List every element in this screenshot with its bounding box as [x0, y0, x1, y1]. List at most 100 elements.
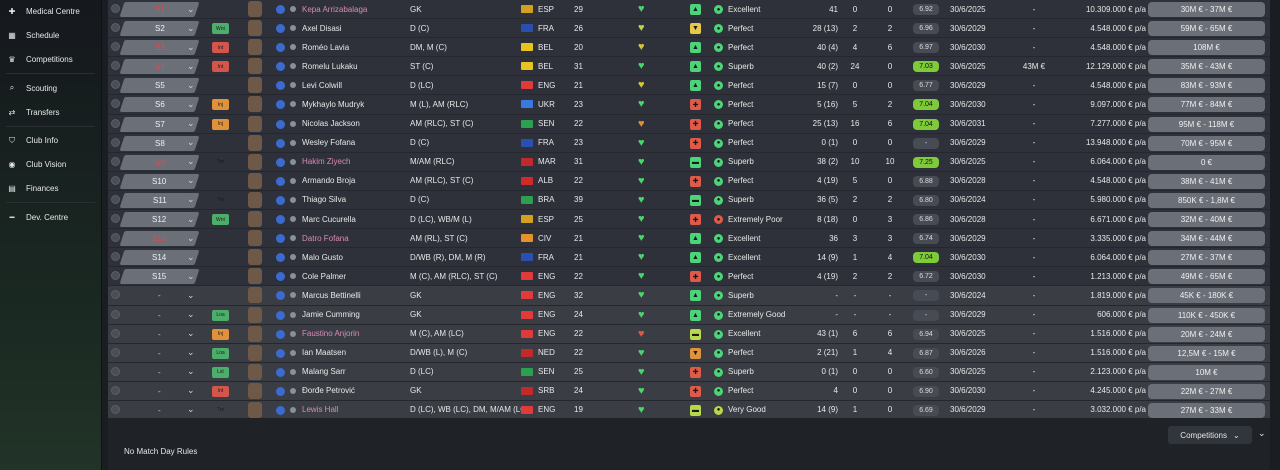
- sidebar-item-club-vision[interactable]: ◉ Club Vision: [0, 153, 101, 177]
- table-row[interactable]: S11 ⌄ Trn Thiago Silva D (C) BRA 39 ♥ ▬ ● Superb 36…: [108, 190, 1270, 211]
- table-row[interactable]: - ⌄ Trn Lewis Hall D (LC), WB (LC), DM, M/AM…: [108, 400, 1270, 418]
- player-name-link[interactable]: Roméo Lavia: [302, 38, 410, 56]
- select-checkbox[interactable]: [111, 156, 120, 166]
- sidebar-item-dev-centre[interactable]: ━ Dev. Centre: [0, 205, 101, 229]
- transfer-value[interactable]: 27M € - 33M €: [1148, 402, 1265, 418]
- competitions-dropdown[interactable]: Competitions ⌄: [1168, 426, 1252, 444]
- transfer-value[interactable]: 110K € - 450K €: [1148, 307, 1265, 323]
- transfer-value[interactable]: 49M € - 65M €: [1148, 269, 1265, 285]
- select-checkbox[interactable]: [111, 175, 120, 185]
- select-checkbox[interactable]: [111, 137, 120, 147]
- chevron-down-icon[interactable]: ⌄: [187, 229, 195, 247]
- transfer-value[interactable]: 32M € - 40M €: [1148, 212, 1265, 228]
- player-name-link[interactable]: Đorđe Petrović: [302, 382, 410, 400]
- scrollbar[interactable]: [1270, 0, 1280, 470]
- chevron-down-icon[interactable]: ⌄: [187, 306, 195, 324]
- transfer-value[interactable]: 34M € - 44M €: [1148, 231, 1265, 247]
- transfer-value[interactable]: 95M € - 118M €: [1148, 116, 1265, 132]
- sidebar-item-scouting[interactable]: ⌕ Scouting: [0, 76, 101, 100]
- sidebar-item-medical-centre[interactable]: ✚ Medical Centre: [0, 0, 101, 24]
- table-row[interactable]: S1 ⌄ Kepa Arrizabalaga GK ESP 29 ♥ ▲ ● Excellent 4…: [108, 0, 1270, 20]
- select-checkbox[interactable]: [111, 42, 120, 52]
- transfer-value[interactable]: 0 €: [1148, 154, 1265, 170]
- table-row[interactable]: S8 ⌄ Wesley Fofana D (C) FRA 23 ♥ ✚ ● Perfect 0 (1…: [108, 133, 1270, 153]
- chevron-down-icon[interactable]: ⌄: [187, 401, 195, 418]
- chevron-down-icon[interactable]: ⌄: [187, 153, 195, 171]
- sidebar-item-competitions[interactable]: ♛ Competitions: [0, 48, 101, 72]
- table-row[interactable]: S3 ⌄ Int Roméo Lavia DM, M (C) BEL 20 ♥ ▲ ● Perfec…: [108, 38, 1270, 58]
- chevron-down-icon[interactable]: ⌄: [187, 344, 195, 362]
- transfer-value[interactable]: 35M € - 43M €: [1148, 59, 1265, 75]
- transfer-value[interactable]: 59M € - 65M €: [1148, 21, 1265, 37]
- select-checkbox[interactable]: [111, 385, 120, 395]
- table-row[interactable]: - ⌄ Loa Jamie Cumming GK ENG 24 ♥ ▲ ● Extremely Go…: [108, 305, 1270, 325]
- table-row[interactable]: S9 ⌄ Trn Hakim Ziyech M/AM (RLC) MAR 31 ♥ ▬ ● Supe…: [108, 152, 1270, 172]
- player-name-link[interactable]: Malang Sarr: [302, 363, 410, 381]
- select-checkbox[interactable]: [111, 118, 120, 128]
- chevron-down-icon[interactable]: ⌄: [187, 172, 195, 190]
- chevron-down-icon[interactable]: ⌄: [187, 248, 195, 266]
- chevron-down-icon[interactable]: ⌄: [187, 0, 195, 18]
- select-checkbox[interactable]: [111, 252, 120, 262]
- chevron-down-icon[interactable]: ⌄: [187, 57, 195, 75]
- transfer-value[interactable]: 77M € - 84M €: [1148, 97, 1265, 113]
- table-row[interactable]: - ⌄ Loa Ian Maatsen D/WB (L), M (C) NED 22 ♥ ▼ ● P…: [108, 343, 1270, 363]
- transfer-value[interactable]: 10M €: [1148, 364, 1265, 380]
- table-row[interactable]: S6 ⌄ Inj Mykhaylo Mudryk M (L), AM (RLC) UKR 2…: [108, 95, 1270, 115]
- player-name-link[interactable]: Mykhaylo Mudryk: [302, 95, 410, 113]
- select-checkbox[interactable]: [111, 80, 120, 90]
- table-row[interactable]: S4 ⌄ Int Romelu Lukaku ST (C) BEL 31 ♥ ▲ ● Superb 4…: [108, 57, 1270, 77]
- chevron-down-icon[interactable]: ⌄: [187, 76, 195, 94]
- select-checkbox[interactable]: [111, 328, 120, 338]
- sidebar-item-schedule[interactable]: ▦ Schedule: [0, 24, 101, 48]
- select-checkbox[interactable]: [111, 271, 120, 281]
- transfer-value[interactable]: 27M € - 37M €: [1148, 250, 1265, 266]
- table-row[interactable]: S14 ⌄ Malo Gusto D/WB (R), DM, M (R) FRA 21 ♥ ▲…: [108, 248, 1270, 268]
- chevron-down-icon[interactable]: ⌄: [187, 134, 195, 152]
- player-name-link[interactable]: Hakim Ziyech: [302, 153, 410, 171]
- select-checkbox[interactable]: [111, 194, 120, 204]
- select-checkbox[interactable]: [111, 4, 120, 13]
- select-checkbox[interactable]: [111, 347, 120, 357]
- player-name-link[interactable]: Axel Disasi: [302, 19, 410, 37]
- chevron-down-icon[interactable]: ⌄: [187, 115, 195, 133]
- select-checkbox[interactable]: [111, 214, 120, 224]
- transfer-value[interactable]: 83M € - 93M €: [1148, 78, 1265, 94]
- player-name-link[interactable]: Marcus Bettinelli: [302, 286, 410, 304]
- table-row[interactable]: S10 ⌄ Armando Broja AM (RLC), ST (C) ALB 22 ♥ ✚…: [108, 171, 1270, 191]
- select-checkbox[interactable]: [111, 309, 120, 319]
- player-name-link[interactable]: Lewis Hall: [302, 401, 410, 418]
- chevron-down-icon[interactable]: ⌄: [187, 95, 195, 113]
- player-name-link[interactable]: Ian Maatsen: [302, 344, 410, 362]
- player-name-link[interactable]: Thiago Silva: [302, 191, 410, 209]
- transfer-value[interactable]: 850K € - 1,8M €: [1148, 192, 1265, 208]
- table-row[interactable]: - ⌄ Marcus Bettinelli GK ENG 32 ♥ ▲ ● Superb - - - - 3…: [108, 286, 1270, 306]
- player-name-link[interactable]: Armando Broja: [302, 172, 410, 190]
- table-row[interactable]: S2 ⌄ Wnt Axel Disasi D (C) FRA 26 ♥ ▼ ● Perfect 28 …: [108, 19, 1270, 39]
- select-checkbox[interactable]: [111, 404, 120, 414]
- player-name-link[interactable]: Jamie Cumming: [302, 306, 410, 324]
- player-name-link[interactable]: Nicolas Jackson: [302, 115, 410, 133]
- player-name-link[interactable]: Romelu Lukaku: [302, 57, 410, 75]
- table-row[interactable]: - ⌄ Lst Malang Sarr D (LC) SEN 25 ♥ ✚ ● Superb 0 (1…: [108, 362, 1270, 382]
- player-name-link[interactable]: Malo Gusto: [302, 248, 410, 266]
- player-name-link[interactable]: Cole Palmer: [302, 267, 410, 285]
- sidebar-item-transfers[interactable]: ⇄ Transfers: [0, 100, 101, 124]
- select-checkbox[interactable]: [111, 233, 120, 243]
- expand-chevron-icon[interactable]: ⌄: [1258, 428, 1266, 439]
- player-name-link[interactable]: Levi Colwill: [302, 76, 410, 94]
- player-name-link[interactable]: Wesley Fofana: [302, 134, 410, 152]
- table-row[interactable]: S12 ⌄ Wnt Marc Cucurella D (LC), WB/M (L) ESP…: [108, 210, 1270, 230]
- table-row[interactable]: S5 ⌄ Levi Colwill D (LC) ENG 21 ♥ ▲ ● Perfect 15 (…: [108, 76, 1270, 96]
- chevron-down-icon[interactable]: ⌄: [187, 382, 195, 400]
- chevron-down-icon[interactable]: ⌄: [187, 19, 195, 37]
- table-row[interactable]: - ⌄ Int Đorđe Petrović GK SRB 24 ♥ ✚ ● Perfect 4 0 0 6…: [108, 381, 1270, 401]
- select-checkbox[interactable]: [111, 366, 120, 376]
- transfer-value[interactable]: 20M € - 24M €: [1148, 326, 1265, 342]
- chevron-down-icon[interactable]: ⌄: [187, 38, 195, 56]
- chevron-down-icon[interactable]: ⌄: [187, 363, 195, 381]
- transfer-value[interactable]: 12,5M € - 15M €: [1148, 345, 1265, 361]
- transfer-value[interactable]: 22M € - 27M €: [1148, 383, 1265, 399]
- chevron-down-icon[interactable]: ⌄: [187, 191, 195, 209]
- transfer-value[interactable]: 108M €: [1148, 40, 1265, 56]
